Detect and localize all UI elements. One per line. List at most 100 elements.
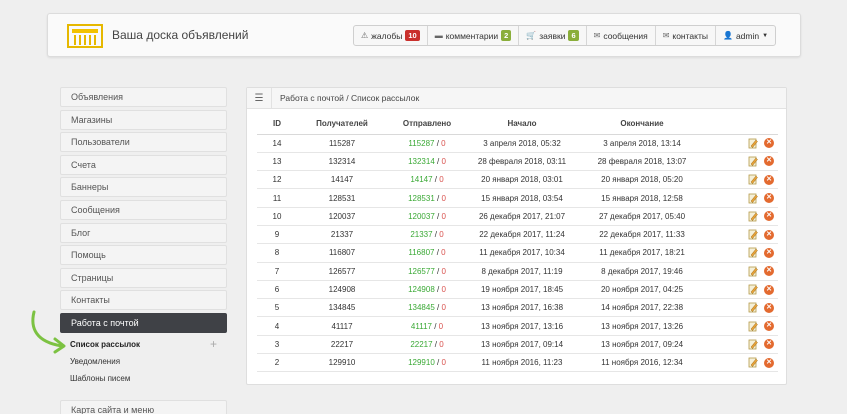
sidebar-item-contacts[interactable]: Контакты xyxy=(60,290,227,311)
sidebar-item-blog[interactable]: Блог xyxy=(60,222,227,243)
sidebar-item-messages[interactable]: Сообщения xyxy=(60,199,227,220)
breadcrumb: Работа с почтой / Список рассылок xyxy=(280,93,420,103)
sent-count: 115287 xyxy=(408,138,435,148)
sidebar-sub-notifications[interactable]: Уведомления xyxy=(60,353,227,370)
edit-icon[interactable] xyxy=(748,266,758,277)
sidebar-item-sitemap[interactable]: Карта сайта и меню xyxy=(60,399,227,414)
cell-id: 11 xyxy=(257,188,297,208)
sidebar-sub-templates[interactable]: Шаблоны писем xyxy=(60,370,227,387)
sidebar-item-mail[interactable]: Работа с почтой xyxy=(60,312,227,333)
admin-label: admin xyxy=(735,30,760,41)
col-recipients: Получателей xyxy=(297,114,387,135)
contacts-button[interactable]: ✉ контакты xyxy=(656,26,716,45)
failed-count: 0 xyxy=(441,266,446,276)
hamburger-icon[interactable]: ☰ xyxy=(247,88,272,108)
cell-recipients: 41117 xyxy=(297,316,387,336)
delete-icon[interactable]: ✕ xyxy=(764,193,774,204)
failed-count: 0 xyxy=(441,285,446,295)
cell-sent: 115287 / 0 xyxy=(387,134,467,153)
cell-id: 4 xyxy=(257,316,297,336)
top-header: Ваша доска объявлений ⚠ жалобы 10 ▬ комм… xyxy=(47,13,801,57)
edit-icon[interactable] xyxy=(748,156,758,167)
complaints-button[interactable]: ⚠ жалобы 10 xyxy=(354,26,428,45)
delete-icon[interactable]: ✕ xyxy=(764,211,774,222)
site-title[interactable]: Ваша доска объявлений xyxy=(112,28,248,42)
cell-actions: ✕ xyxy=(707,335,778,355)
failed-count: 0 xyxy=(441,211,446,221)
orders-button[interactable]: 🛒 заявки 6 xyxy=(519,26,587,45)
edit-icon[interactable] xyxy=(748,247,758,258)
messages-button[interactable]: ✉ сообщения xyxy=(587,26,656,45)
envelope-icon: ✉ xyxy=(662,31,670,40)
delete-icon[interactable]: ✕ xyxy=(764,302,774,313)
delete-icon[interactable]: ✕ xyxy=(764,138,774,149)
cell-recipients: 126577 xyxy=(297,262,387,281)
sidebar-sub-mailing-list[interactable]: Список рассылок + xyxy=(60,336,227,353)
chevron-down-icon: ▼ xyxy=(762,32,769,39)
delete-icon[interactable]: ✕ xyxy=(764,321,774,332)
cell-id: 8 xyxy=(257,243,297,263)
edit-icon[interactable] xyxy=(748,138,758,149)
table-row: 14 115287 115287 / 03 апреля 2018, 05:32 3 … xyxy=(257,134,778,153)
delete-icon[interactable]: ✕ xyxy=(764,339,774,350)
cell-end: 27 декабря 2017, 05:40 xyxy=(577,207,707,226)
cell-recipients: 21337 xyxy=(297,225,387,245)
edit-icon[interactable] xyxy=(748,339,758,350)
delete-icon[interactable]: ✕ xyxy=(764,156,774,167)
cell-end: 20 января 2018, 05:20 xyxy=(577,170,707,190)
cell-start: 15 января 2018, 03:54 xyxy=(467,188,577,208)
sidebar-item-listings[interactable]: Объявления xyxy=(60,87,227,107)
cell-start: 13 ноября 2017, 09:14 xyxy=(467,335,577,355)
cell-actions: ✕ xyxy=(707,188,778,208)
col-actions xyxy=(707,114,778,135)
logo-icon[interactable] xyxy=(66,22,104,50)
edit-icon[interactable] xyxy=(748,174,758,185)
contacts-label: контакты xyxy=(672,30,708,41)
plus-icon[interactable]: + xyxy=(210,336,217,352)
col-end: Окончание xyxy=(577,114,707,135)
cell-end: 13 ноября 2017, 13:26 xyxy=(577,316,707,336)
sidebar-item-banners[interactable]: Баннеры xyxy=(60,177,227,198)
sidebar-item-users[interactable]: Пользователи xyxy=(60,132,227,153)
cell-start: 28 февраля 2018, 03:11 xyxy=(467,152,577,172)
cell-id: 12 xyxy=(257,170,297,190)
edit-icon[interactable] xyxy=(748,193,758,204)
orders-label: заявки xyxy=(539,30,566,41)
cell-end: 15 января 2018, 12:58 xyxy=(577,188,707,208)
comments-button[interactable]: ▬ комментарии 2 xyxy=(428,26,520,45)
cell-sent: 124908 / 0 xyxy=(387,280,467,300)
sent-count: 132314 xyxy=(408,156,435,166)
cell-recipients: 128531 xyxy=(297,188,387,208)
cell-id: 2 xyxy=(257,353,297,373)
delete-icon[interactable]: ✕ xyxy=(764,357,774,368)
cell-id: 6 xyxy=(257,280,297,300)
admin-menu-button[interactable]: 👤 admin ▼ xyxy=(716,26,775,45)
cell-actions: ✕ xyxy=(707,262,778,281)
cell-sent: 21337 / 0 xyxy=(387,225,467,245)
sidebar-item-bills[interactable]: Счета xyxy=(60,154,227,175)
edit-icon[interactable] xyxy=(748,211,758,222)
edit-icon[interactable] xyxy=(748,284,758,295)
col-id: ID xyxy=(257,114,297,135)
edit-icon[interactable] xyxy=(748,229,758,240)
delete-icon[interactable]: ✕ xyxy=(764,284,774,295)
cell-id: 9 xyxy=(257,225,297,245)
sidebar-item-pages[interactable]: Страницы xyxy=(60,267,227,288)
cell-start: 11 ноября 2016, 11:23 xyxy=(467,353,577,373)
edit-icon[interactable] xyxy=(748,302,758,313)
orders-badge: 6 xyxy=(568,30,579,41)
failed-count: 0 xyxy=(441,193,446,203)
edit-icon[interactable] xyxy=(748,357,758,368)
table-row: 7 126577 126577 / 08 декабря 2017, 11:19 8 … xyxy=(257,262,778,281)
cell-start: 13 ноября 2017, 13:16 xyxy=(467,316,577,336)
cell-id: 14 xyxy=(257,134,297,153)
cell-recipients: 116807 xyxy=(297,243,387,263)
sidebar-item-help[interactable]: Помощь xyxy=(60,245,227,266)
sidebar-item-shops[interactable]: Магазины xyxy=(60,109,227,130)
edit-icon[interactable] xyxy=(748,321,758,332)
delete-icon[interactable]: ✕ xyxy=(764,247,774,258)
failed-count: 0 xyxy=(441,156,446,166)
delete-icon[interactable]: ✕ xyxy=(764,174,774,185)
delete-icon[interactable]: ✕ xyxy=(764,266,774,277)
delete-icon[interactable]: ✕ xyxy=(764,229,774,240)
